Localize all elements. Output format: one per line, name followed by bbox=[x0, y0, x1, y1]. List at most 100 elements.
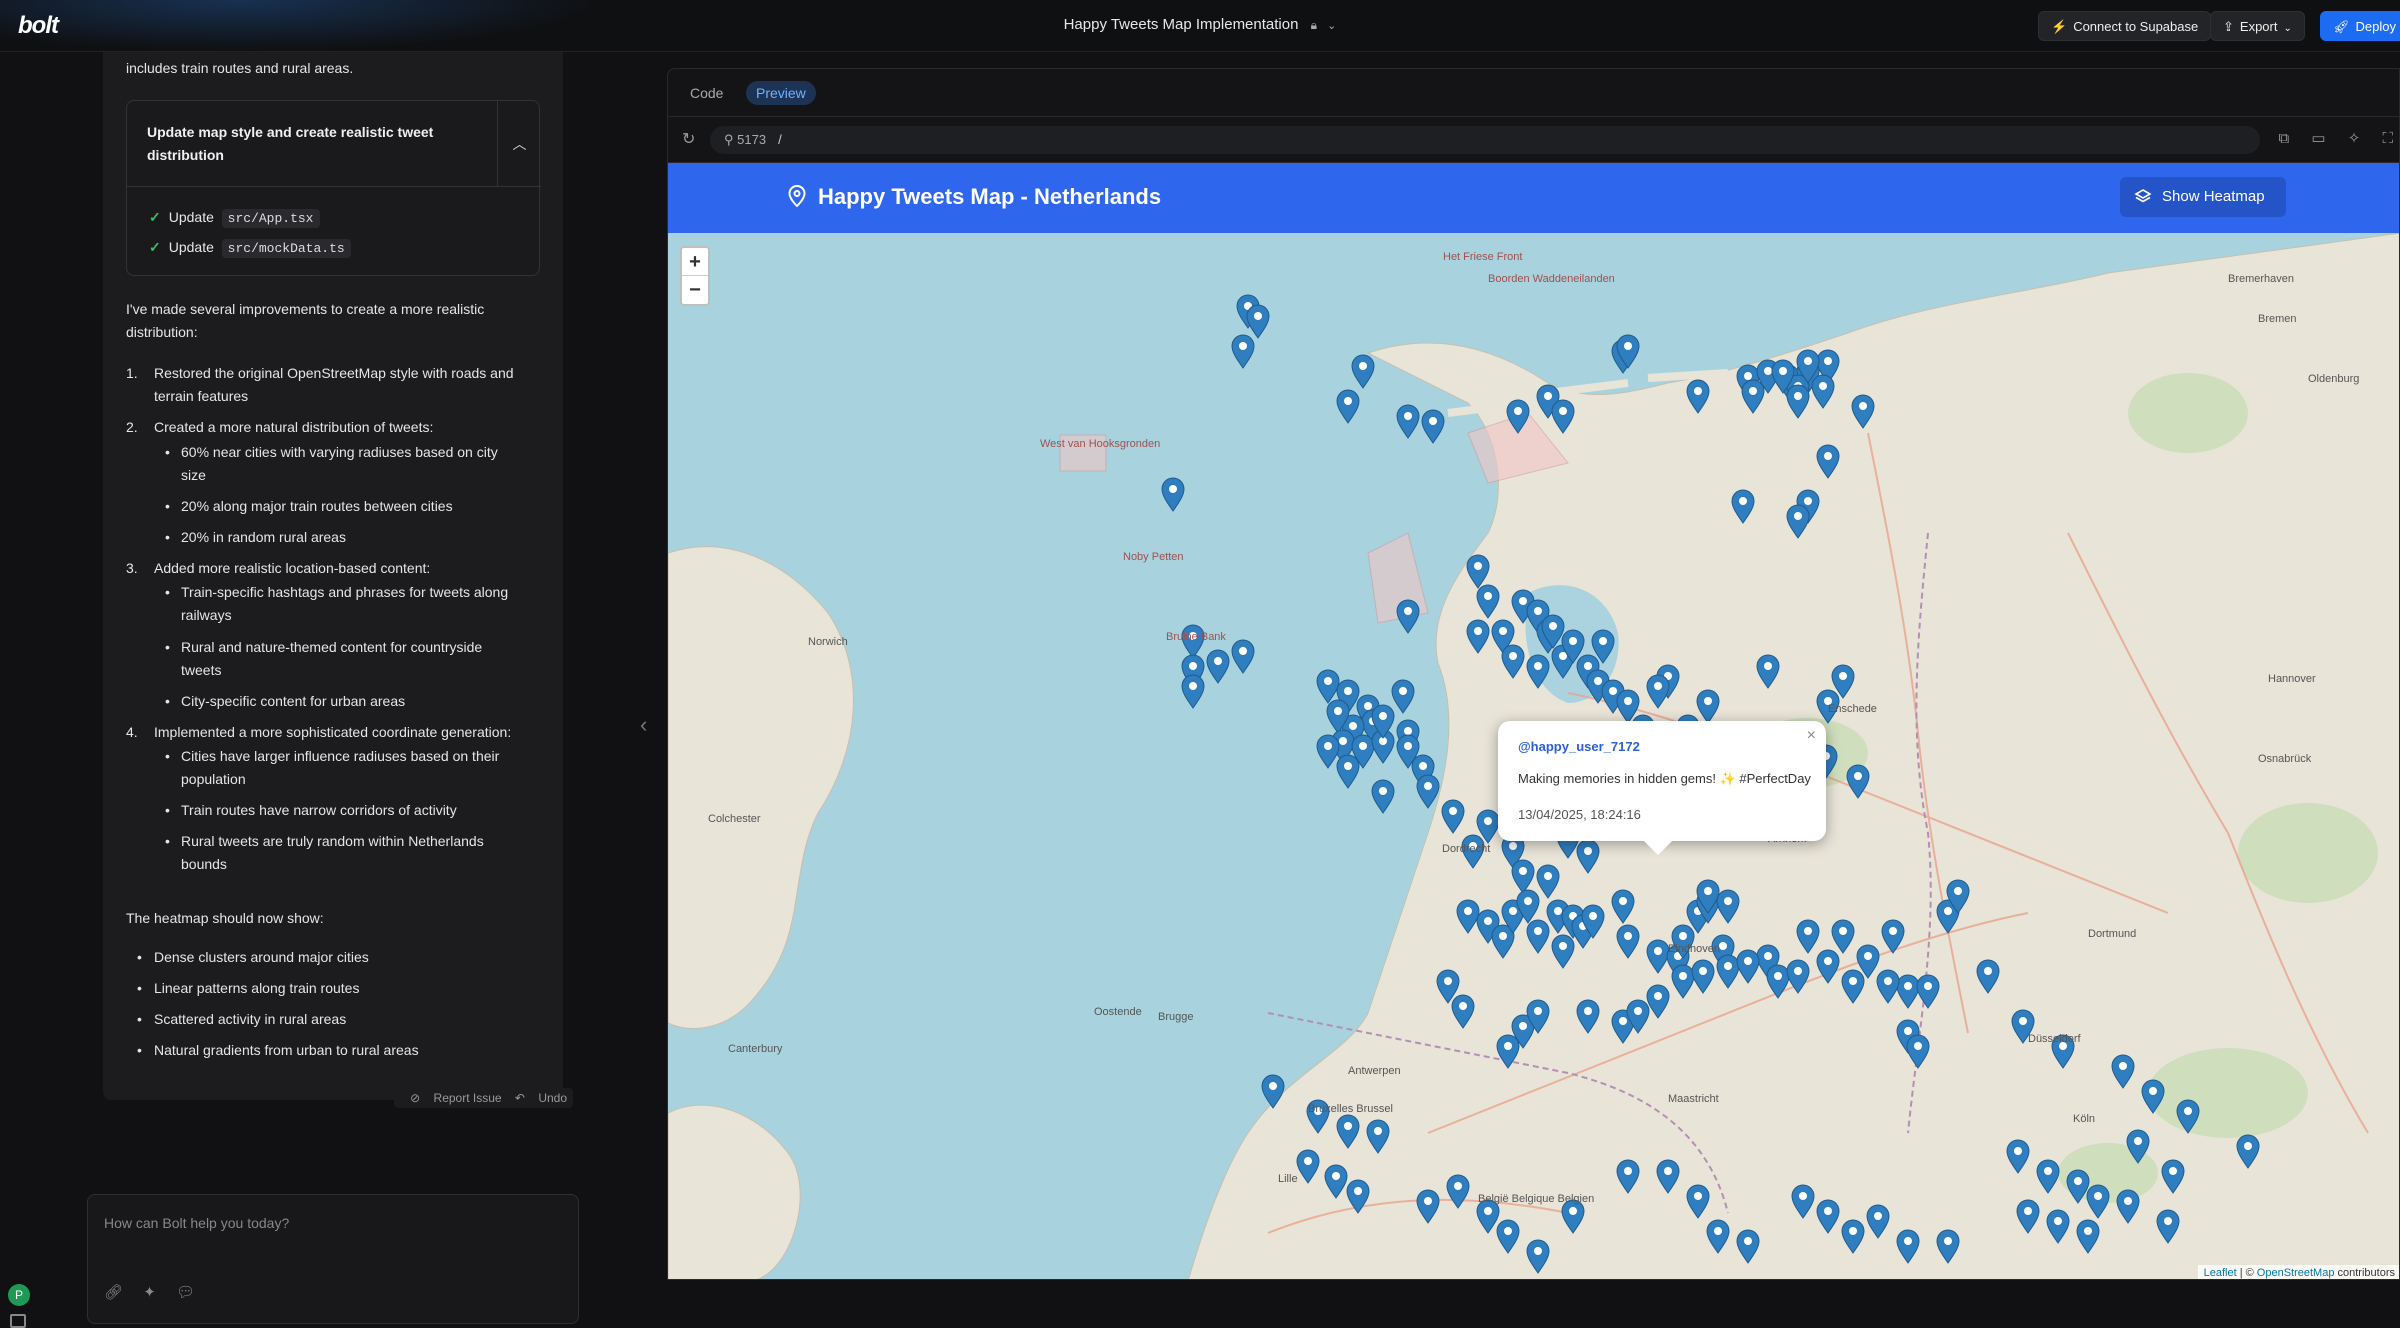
reload-icon[interactable]: ↻ bbox=[682, 129, 695, 149]
action-item: ✓ Update src/App.tsx bbox=[149, 209, 320, 228]
inspector-icon[interactable]: ✧ bbox=[2348, 130, 2361, 147]
tweet-marker-dot bbox=[1794, 967, 1802, 975]
tweet-marker-icon[interactable] bbox=[1421, 409, 1445, 444]
intro-line: includes train routes and rural areas. bbox=[126, 60, 354, 76]
map-label: Oldenburg bbox=[2308, 373, 2360, 385]
sub-item: Train routes have narrow corridors of ac… bbox=[181, 802, 457, 818]
tweet-marker-dot bbox=[1459, 1002, 1467, 1010]
list-number: 4. bbox=[126, 724, 138, 740]
tweet-marker-dot bbox=[1624, 1167, 1632, 1175]
input-tools: 🔗︎ ✦ 💬︎ bbox=[104, 1283, 211, 1301]
tweet-marker-icon[interactable] bbox=[1396, 404, 1420, 439]
tweet-marker-dot bbox=[1464, 907, 1472, 915]
tweet-marker-icon[interactable] bbox=[1316, 669, 1340, 704]
fullscreen-icon[interactable]: ⛶ bbox=[2382, 130, 2393, 147]
chevron-down-icon[interactable]: ⌄ bbox=[1327, 19, 1336, 32]
chat-input[interactable]: How can Bolt help you today? 🔗︎ ✦ 💬︎ bbox=[87, 1194, 579, 1324]
open-new-window-icon[interactable]: ⧉ bbox=[2278, 130, 2289, 147]
supabase-icon: ⚡ bbox=[2051, 19, 2068, 34]
tweet-marker-dot bbox=[1874, 1212, 1882, 1220]
map-label: België Belgique Belgien bbox=[1478, 1193, 1595, 1205]
osm-link[interactable]: OpenStreetMap bbox=[2257, 1267, 2335, 1279]
leaflet-map[interactable]: + − Het Friese Front Boorden Waddeneiland… bbox=[668, 232, 2399, 1279]
connect-supabase-label: Connect to Supabase bbox=[2073, 19, 2199, 34]
top-bar: bolt Happy Tweets Map Implementation 🔒︎ … bbox=[0, 0, 2400, 52]
tweet-marker-dot bbox=[1324, 677, 1332, 685]
tweet-marker-dot bbox=[1954, 887, 1962, 895]
tweet-marker-dot bbox=[1549, 622, 1557, 630]
popup-username[interactable]: @happy_user_7172 bbox=[1518, 739, 1640, 754]
tweet-marker-dot bbox=[1239, 342, 1247, 350]
sidebar-toggle-icon[interactable] bbox=[10, 1314, 26, 1328]
zoom-out-button[interactable]: − bbox=[682, 276, 708, 304]
port-selector[interactable]: ⚲ 5173 bbox=[724, 132, 766, 147]
undo-button[interactable]: ↶ Undo bbox=[515, 1091, 567, 1105]
attach-link-icon[interactable]: 🔗︎ bbox=[104, 1284, 123, 1301]
tweet-marker-icon[interactable] bbox=[1336, 389, 1360, 424]
tweet-marker-icon[interactable] bbox=[1396, 599, 1420, 634]
url-field[interactable]: ⚲ 5173 / bbox=[710, 126, 2260, 154]
map-label: Dortmund bbox=[2088, 928, 2137, 940]
connect-supabase-button[interactable]: ⚡ Connect to Supabase bbox=[2038, 11, 2212, 41]
tweet-marker-icon[interactable] bbox=[1246, 304, 1270, 339]
map-label: Colchester bbox=[708, 813, 761, 825]
tweet-marker-icon[interactable] bbox=[1371, 779, 1395, 814]
tweet-marker-icon[interactable] bbox=[1206, 649, 1230, 684]
assistant-message: includes train routes and rural areas. U… bbox=[103, 52, 573, 1108]
discuss-icon[interactable]: 💬︎ bbox=[176, 1284, 195, 1301]
tweet-marker-dot bbox=[2119, 1062, 2127, 1070]
show-heatmap-button[interactable]: Show Heatmap bbox=[2120, 177, 2286, 217]
map-label: Düsseldorf bbox=[2028, 1033, 2081, 1045]
bullet: • bbox=[165, 833, 170, 849]
tweet-marker-dot bbox=[2024, 1207, 2032, 1215]
tweet-marker-dot bbox=[1624, 342, 1632, 350]
tweet-marker-dot bbox=[1794, 512, 1802, 520]
avatar[interactable]: P bbox=[8, 1284, 30, 1306]
tweet-marker-icon[interactable] bbox=[1316, 734, 1340, 769]
tweet-marker-icon[interactable] bbox=[1231, 334, 1255, 369]
url-path[interactable]: / bbox=[778, 132, 782, 147]
tweet-marker-dot bbox=[1584, 847, 1592, 855]
tab-code[interactable]: Code bbox=[680, 81, 733, 105]
tweet-marker-dot bbox=[1749, 387, 1757, 395]
tweet-marker-icon[interactable] bbox=[1336, 754, 1360, 789]
sub-item: City-specific content for urban areas bbox=[181, 693, 406, 709]
tweet-marker-icon[interactable] bbox=[1351, 354, 1375, 389]
map-label: Oostende bbox=[1094, 1006, 1142, 1018]
tweet-marker-dot bbox=[1744, 372, 1752, 380]
tweet-marker-icon[interactable] bbox=[1391, 679, 1415, 714]
bullet: • bbox=[137, 949, 142, 965]
deploy-button[interactable]: 🚀︎ Deploy bbox=[2320, 11, 2400, 41]
zoom-control: + − bbox=[680, 246, 710, 306]
close-icon[interactable]: × bbox=[1807, 727, 1816, 745]
chevron-up-icon[interactable]: ︿ bbox=[497, 101, 541, 187]
tweet-marker-dot bbox=[1924, 982, 1932, 990]
sparkle-icon[interactable]: ✦ bbox=[143, 1284, 156, 1301]
zoom-in-button[interactable]: + bbox=[682, 248, 708, 276]
preview-app: + − Het Friese Front Boorden Waddeneiland… bbox=[668, 163, 2399, 1279]
report-issue-button[interactable]: ⊘ Report Issue bbox=[410, 1091, 501, 1105]
file-path[interactable]: src/mockData.ts bbox=[221, 239, 351, 258]
file-path[interactable]: src/App.tsx bbox=[221, 209, 320, 228]
action-card-header[interactable]: Update map style and create realistic tw… bbox=[127, 101, 541, 187]
map-label: Osnabrück bbox=[2258, 753, 2312, 765]
collapse-chevron-icon[interactable]: ‹ bbox=[640, 712, 647, 738]
tab-preview[interactable]: Preview bbox=[746, 81, 816, 105]
bullet: • bbox=[137, 1011, 142, 1027]
tweet-marker-icon[interactable] bbox=[1161, 477, 1185, 512]
tweet-marker-dot bbox=[1419, 762, 1427, 770]
tweet-marker-dot bbox=[1724, 897, 1732, 905]
leaflet-link[interactable]: Leaflet bbox=[2204, 1267, 2237, 1279]
action-item: ✓ Update src/mockData.ts bbox=[149, 239, 351, 258]
tweet-marker-icon[interactable] bbox=[1416, 774, 1440, 809]
export-button[interactable]: ⇪ Export ⌄ bbox=[2210, 11, 2305, 41]
map-label: Norwich bbox=[808, 636, 848, 648]
bullet: • bbox=[165, 802, 170, 818]
project-title-text[interactable]: Happy Tweets Map Implementation bbox=[1064, 16, 1299, 33]
tweet-marker-dot bbox=[1544, 392, 1552, 400]
device-preview-icon[interactable]: ▭ bbox=[2311, 130, 2325, 147]
app-title: Happy Tweets Map - Netherlands bbox=[818, 184, 1162, 209]
tweet-marker-icon[interactable] bbox=[1231, 639, 1255, 674]
tweet-marker-dot bbox=[1359, 742, 1367, 750]
tweet-marker-icon[interactable] bbox=[1181, 674, 1205, 709]
